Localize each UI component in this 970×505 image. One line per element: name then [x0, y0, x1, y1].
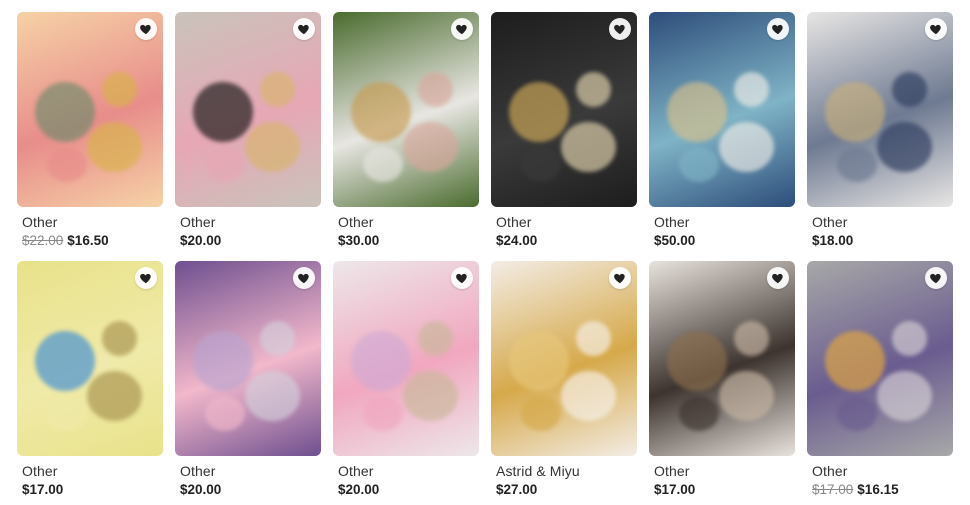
like-heart-icon[interactable]	[609, 18, 631, 40]
listing-price-line: $20.00	[333, 482, 479, 497]
listing-card[interactable]: Other $20.00	[175, 12, 321, 248]
listing-card[interactable]: Astrid & Miyu $27.00	[491, 261, 637, 497]
current-price: $20.00	[180, 482, 222, 497]
listing-price-line: $27.00	[491, 482, 637, 497]
listing-price-line: $18.00	[807, 233, 953, 248]
listing-price-line: $24.00	[491, 233, 637, 248]
listing-photo[interactable]	[17, 261, 163, 456]
listing-price-line: $22.00 $16.50	[17, 233, 163, 248]
listing-brand: Other	[338, 214, 374, 230]
current-price: $18.00	[812, 233, 854, 248]
listing-card[interactable]: Other $17.00	[17, 261, 163, 497]
listing-card[interactable]: Other $22.00 $16.50	[17, 12, 163, 248]
listing-brand: Astrid & Miyu	[496, 463, 580, 479]
current-price: $20.00	[180, 233, 222, 248]
listing-brand: Other	[338, 463, 374, 479]
listing-brand: Other	[812, 214, 848, 230]
current-price: $17.00	[22, 482, 64, 497]
listing-card[interactable]: Other $18.00	[807, 12, 953, 248]
listing-price-line: $17.00 $16.15	[807, 482, 953, 497]
listing-card[interactable]: Other $50.00	[649, 12, 795, 248]
listing-photo[interactable]	[491, 12, 637, 207]
like-heart-icon[interactable]	[293, 18, 315, 40]
listing-brand: Other	[654, 214, 690, 230]
listing-price-line: $17.00	[649, 482, 795, 497]
like-heart-icon[interactable]	[767, 267, 789, 289]
like-heart-icon[interactable]	[451, 18, 473, 40]
listing-price-line: $17.00	[17, 482, 163, 497]
listing-brand: Other	[654, 463, 690, 479]
listing-price-line: $50.00	[649, 233, 795, 248]
current-price: $30.00	[338, 233, 380, 248]
listing-price-line: $30.00	[333, 233, 479, 248]
listing-brand: Other	[812, 463, 848, 479]
current-price: $27.00	[496, 482, 538, 497]
listing-photo[interactable]	[491, 261, 637, 456]
listing-photo[interactable]	[807, 12, 953, 207]
like-heart-icon[interactable]	[135, 267, 157, 289]
listing-card[interactable]: Other $24.00	[491, 12, 637, 248]
like-heart-icon[interactable]	[609, 267, 631, 289]
current-price: $17.00	[654, 482, 696, 497]
listing-photo[interactable]	[175, 12, 321, 207]
current-price: $20.00	[338, 482, 380, 497]
listing-photo[interactable]	[649, 261, 795, 456]
listing-card[interactable]: Other $20.00	[175, 261, 321, 497]
like-heart-icon[interactable]	[925, 18, 947, 40]
original-price: $22.00	[22, 233, 64, 248]
listing-card[interactable]: Other $17.00	[649, 261, 795, 497]
listing-price-line: $20.00	[175, 482, 321, 497]
listing-photo[interactable]	[333, 12, 479, 207]
current-price: $24.00	[496, 233, 538, 248]
listing-photo[interactable]	[175, 261, 321, 456]
listing-price-line: $20.00	[175, 233, 321, 248]
listing-photo[interactable]	[333, 261, 479, 456]
current-price: $16.15	[857, 482, 899, 497]
like-heart-icon[interactable]	[135, 18, 157, 40]
current-price: $16.50	[67, 233, 109, 248]
like-heart-icon[interactable]	[293, 267, 315, 289]
listing-brand: Other	[22, 463, 58, 479]
listing-brand: Other	[180, 214, 216, 230]
listing-brand: Other	[496, 214, 532, 230]
listing-photo[interactable]	[17, 12, 163, 207]
listing-card[interactable]: Other $17.00 $16.15	[807, 261, 953, 497]
listing-brand: Other	[22, 214, 58, 230]
listing-card[interactable]: Other $30.00	[333, 12, 479, 248]
listing-photo[interactable]	[807, 261, 953, 456]
original-price: $17.00	[812, 482, 854, 497]
current-price: $50.00	[654, 233, 696, 248]
listing-card[interactable]: Other $20.00	[333, 261, 479, 497]
like-heart-icon[interactable]	[451, 267, 473, 289]
listing-grid: Other $22.00 $16.50 Other $20.00 Other $30.00 O…	[0, 0, 970, 505]
like-heart-icon[interactable]	[767, 18, 789, 40]
like-heart-icon[interactable]	[925, 267, 947, 289]
listing-photo[interactable]	[649, 12, 795, 207]
listing-brand: Other	[180, 463, 216, 479]
